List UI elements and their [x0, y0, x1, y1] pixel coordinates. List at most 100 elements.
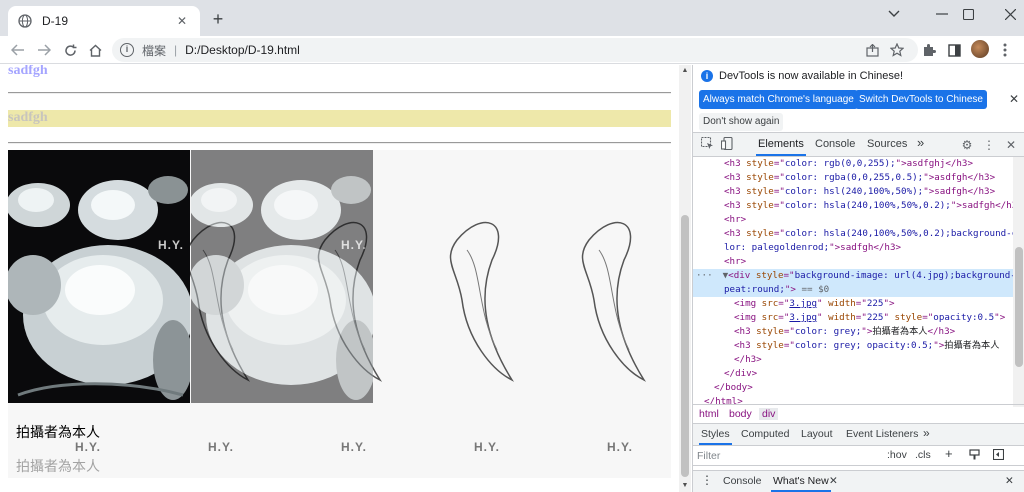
code-link[interactable]: 3.jpg: [789, 298, 817, 309]
drawer-tab-console[interactable]: Console: [723, 475, 762, 487]
hov-toggle[interactable]: :hov: [887, 449, 907, 461]
info-icon[interactable]: i: [120, 43, 134, 57]
horizontal-rule: [8, 142, 671, 144]
url-text[interactable]: D:/Desktop/D-19.html: [185, 43, 300, 57]
code-line[interactable]: <img src="3.jpg" width="225">: [693, 297, 1013, 311]
security-label: 檔案: [142, 43, 167, 58]
page-viewport: sadfgh sadfgh H.Y. H.Y. H.Y. H.Y. H.Y. H…: [0, 65, 679, 492]
code-attr: src: [761, 298, 779, 309]
tab-sources[interactable]: Sources: [867, 138, 907, 150]
code-line[interactable]: <hr>: [693, 213, 1013, 227]
code-line-selected[interactable]: peat:round;"> == $0: [693, 283, 1013, 297]
code-value: peat:round;: [724, 284, 785, 295]
device-toolbar-icon[interactable]: [719, 136, 735, 153]
code-value: color: hsla(240,100%,50%,0.2);background…: [784, 228, 1013, 239]
browser-tab[interactable]: D-19 ✕: [8, 6, 200, 36]
bookmark-star-icon[interactable]: [888, 41, 906, 59]
watermark-text: H.Y.: [341, 440, 368, 454]
tab-layout[interactable]: Layout: [801, 428, 833, 440]
cls-toggle[interactable]: .cls: [915, 449, 931, 461]
horizontal-rule: [8, 92, 671, 94]
kebab-menu-icon[interactable]: [996, 41, 1014, 59]
code-tag: </h3>: [734, 354, 762, 365]
code-line[interactable]: <h3 style="color: hsl(240,100%,50%);">sa…: [693, 185, 1013, 199]
kebab-menu-icon[interactable]: ⋮: [981, 137, 997, 153]
tab-elements[interactable]: Elements: [756, 138, 806, 156]
home-icon[interactable]: [85, 40, 105, 60]
new-tab-button[interactable]: +: [208, 10, 228, 30]
match-language-button[interactable]: Always match Chrome's language: [699, 90, 858, 109]
forward-arrow-icon[interactable]: [34, 40, 54, 60]
code-line[interactable]: </h3>: [693, 353, 1013, 367]
code-line[interactable]: <h3 style="color: hsla(240,100%,50%,0.2)…: [693, 199, 1013, 213]
back-arrow-icon[interactable]: [8, 40, 28, 60]
paint-icon[interactable]: [969, 449, 980, 463]
code-line[interactable]: <h3 style="color: grey;">拍攝者為本人</h3>: [693, 325, 1013, 339]
settings-gear-icon[interactable]: ⚙: [959, 137, 975, 153]
scroll-down-icon[interactable]: ▼: [679, 480, 691, 492]
code-punct: =": [783, 270, 795, 281]
maximize-icon[interactable]: [948, 0, 988, 28]
code-line[interactable]: <h3 style="color: rgb(0,0,255);">asdfghj…: [693, 157, 1013, 171]
kebab-menu-icon[interactable]: ⋮: [701, 473, 713, 487]
code-tag: <div: [728, 270, 756, 281]
share-icon[interactable]: [863, 41, 881, 59]
scrollbar-thumb[interactable]: [1015, 247, 1023, 367]
side-panel-icon[interactable]: [945, 41, 963, 59]
code-line[interactable]: </div>: [693, 367, 1013, 381]
close-drawer-tab-icon[interactable]: ✕: [829, 475, 838, 487]
photo-caption-faded: 拍攝者為本人: [16, 458, 100, 474]
breadcrumb-body[interactable]: body: [729, 408, 752, 420]
styles-filter-input[interactable]: [697, 449, 877, 463]
code-link[interactable]: 3.jpg: [789, 312, 817, 323]
info-icon: i: [701, 70, 713, 82]
code-attr: width: [828, 298, 856, 309]
breadcrumb-html[interactable]: html: [699, 408, 719, 420]
tab-event-listeners[interactable]: Event Listeners: [846, 428, 918, 440]
elements-scrollbar[interactable]: [1013, 157, 1024, 407]
tab-console[interactable]: Console: [815, 138, 855, 150]
breadcrumb-div[interactable]: div: [759, 408, 779, 420]
sidebar-toggle-icon[interactable]: [992, 448, 1005, 463]
close-tab-icon[interactable]: ✕: [174, 13, 190, 29]
drawer-tab-whats-new[interactable]: What's New: [771, 475, 831, 492]
elements-tree: <h3 style="color: rgb(0,0,255);">asdfghj…: [693, 157, 1013, 407]
code-tag: <h3: [724, 228, 747, 239]
code-punct: =": [855, 298, 867, 309]
code-line[interactable]: <h3 style="color: hsla(240,100%,50%,0.2)…: [693, 227, 1013, 241]
title-bar: D-19 ✕ +: [0, 0, 1024, 36]
code-line[interactable]: lor: palegoldenrod;">sadfgh</h3>: [693, 241, 1013, 255]
tab-styles[interactable]: Styles: [699, 428, 732, 445]
code-line[interactable]: </body>: [693, 381, 1013, 395]
scrollbar-thumb[interactable]: [681, 215, 689, 477]
ellipsis-icon[interactable]: ···: [693, 270, 723, 281]
code-value: background-image: url(4.jpg);background-…: [794, 270, 1013, 281]
code-line[interactable]: <h3 style="color: rgba(0,0,255,0.5);">as…: [693, 171, 1013, 185]
code-tag: ">sadfgh</h3>: [923, 186, 996, 197]
add-rule-icon[interactable]: +: [945, 446, 953, 461]
more-tabs-icon[interactable]: »: [923, 426, 930, 440]
address-bar[interactable]: i 檔案 | D:/Desktop/D-19.html: [112, 38, 918, 62]
close-window-icon[interactable]: [990, 0, 1024, 28]
tab-computed[interactable]: Computed: [741, 428, 789, 440]
rose-photo: H.Y.: [8, 150, 190, 403]
code-line[interactable]: <hr>: [693, 255, 1013, 269]
scroll-up-icon[interactable]: ▲: [679, 65, 691, 77]
profile-avatar[interactable]: [971, 40, 989, 58]
close-banner-icon[interactable]: ✕: [1009, 92, 1019, 106]
code-attr: style: [746, 186, 774, 197]
code-line[interactable]: <h3 style="color: grey; opacity:0.5;">拍攝…: [693, 339, 1013, 353]
code-line[interactable]: <img src="3.jpg" width="225" style="opac…: [693, 311, 1013, 325]
reload-icon[interactable]: [60, 40, 80, 60]
close-drawer-icon[interactable]: ✕: [1005, 475, 1014, 487]
extensions-icon[interactable]: [920, 41, 938, 59]
close-devtools-icon[interactable]: ✕: [1003, 137, 1019, 153]
dont-show-again-button[interactable]: Don't show again: [699, 113, 784, 131]
switch-to-chinese-button[interactable]: Switch DevTools to Chinese: [855, 90, 987, 109]
code-line-selected[interactable]: ··· ▼<div style="background-image: url(4.…: [693, 269, 1013, 283]
inspect-element-icon[interactable]: [699, 136, 715, 153]
more-tabs-icon[interactable]: »: [917, 135, 924, 150]
chevron-down-icon[interactable]: [874, 0, 914, 28]
code-attr: style: [746, 200, 774, 211]
page-scrollbar[interactable]: ▲ ▼: [679, 65, 691, 492]
